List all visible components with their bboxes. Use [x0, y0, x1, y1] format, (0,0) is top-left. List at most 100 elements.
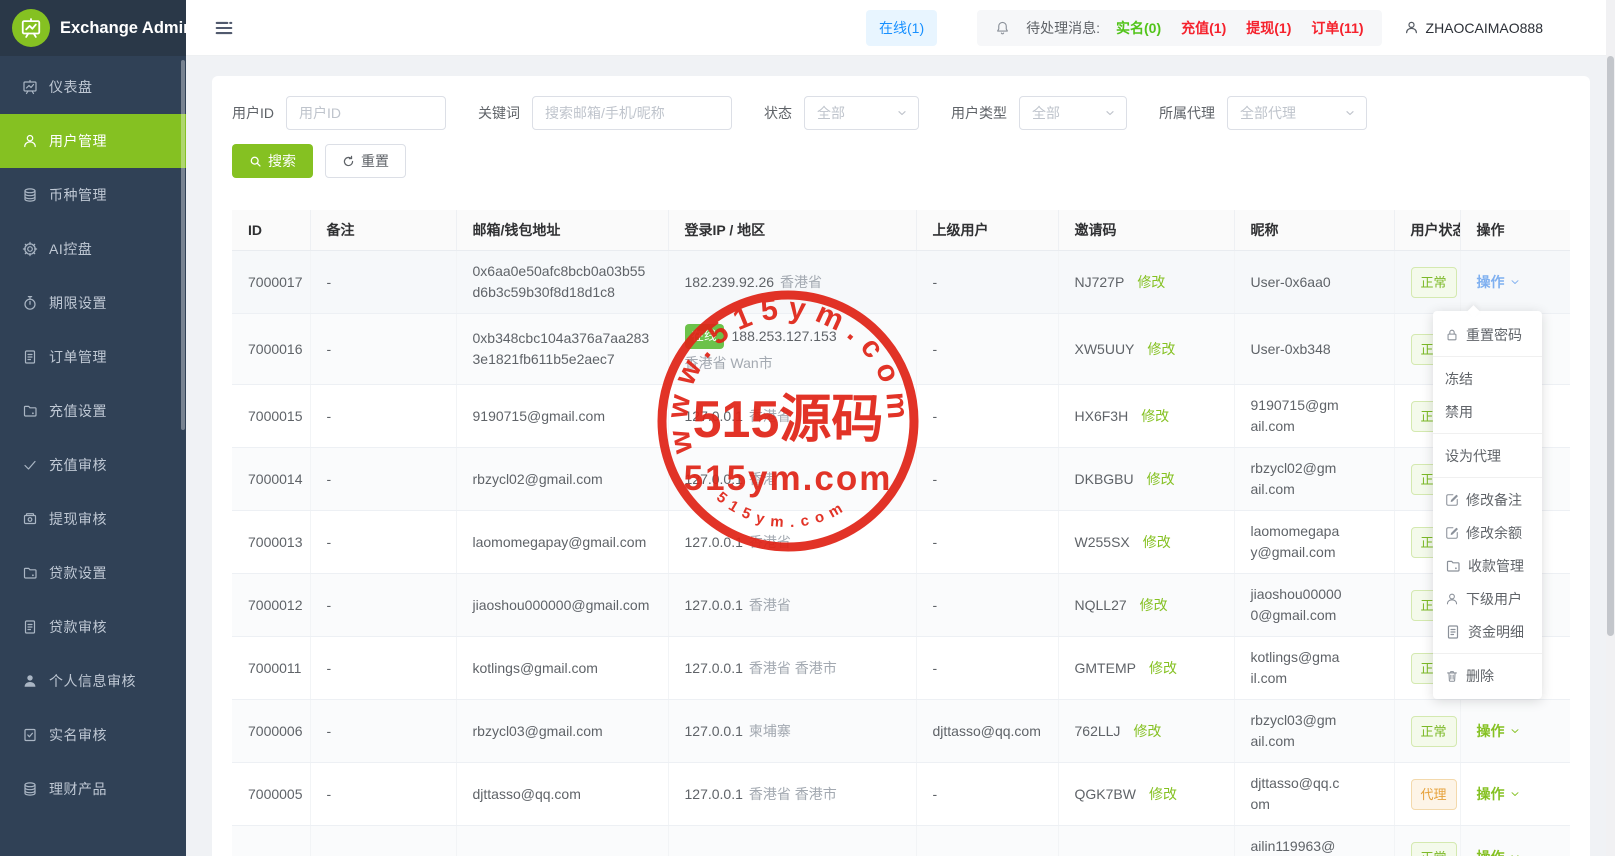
sidebar-item[interactable]: 个人信息审核	[0, 654, 186, 708]
topbar: 在线(1) 待处理消息: 实名(0)充值(1)提现(1)订单(11) ZHAOC…	[186, 0, 1615, 56]
modify-invite-link[interactable]: 修改	[1149, 786, 1177, 802]
login-ip: 127.0.0.1	[685, 408, 743, 424]
pending-message-item[interactable]: 订单(11)	[1311, 18, 1363, 38]
edit-icon	[1445, 526, 1459, 540]
agent-select[interactable]: 全部代理	[1227, 96, 1367, 130]
check-icon	[22, 457, 38, 473]
search-button-label: 搜索	[268, 151, 296, 171]
cell-id: 7000015	[232, 385, 310, 448]
doc-icon	[22, 349, 38, 365]
cell-remark: -	[310, 637, 456, 700]
page-scrollbar-thumb[interactable]	[1607, 56, 1614, 636]
pending-message-item[interactable]: 实名(0)	[1116, 18, 1161, 38]
column-header: 昵称	[1234, 210, 1394, 251]
lock-icon	[1445, 328, 1459, 342]
cell-remark: -	[310, 763, 456, 826]
row-action-link[interactable]: 操作	[1477, 272, 1521, 293]
search-button[interactable]: 搜索	[232, 144, 313, 178]
dropdown-item-label: 设为代理	[1445, 446, 1501, 466]
sidebar-item-label: AI控盘	[49, 239, 92, 259]
page-scrollbar-track[interactable]	[1606, 0, 1615, 856]
dropdown-item[interactable]: 资金明细	[1433, 615, 1542, 648]
sidebar-item[interactable]: 用户管理	[0, 114, 186, 168]
chevron-down-icon	[1509, 725, 1521, 737]
row-action-link[interactable]: 操作	[1477, 721, 1521, 742]
modify-invite-link[interactable]: 修改	[1137, 274, 1165, 290]
sidebar-item[interactable]: 实名审核	[0, 708, 186, 762]
timer-icon	[22, 295, 38, 311]
dropdown-item[interactable]: 修改余额	[1433, 516, 1542, 549]
cell-invite: 762LLJ修改	[1058, 700, 1234, 763]
dropdown-item[interactable]: 冻结	[1433, 362, 1542, 395]
dropdown-item[interactable]: 重置密码	[1433, 318, 1542, 351]
cell-invite: NJ727P修改	[1058, 251, 1234, 314]
cell-id	[232, 826, 310, 856]
status-select[interactable]: 全部	[804, 96, 919, 130]
login-region: 香港省	[749, 534, 791, 550]
username: ZHAOCAIMAO888	[1426, 20, 1543, 36]
keyword-input[interactable]	[532, 96, 732, 130]
agent-label: 所属代理	[1159, 103, 1215, 123]
pending-messages-bar: 待处理消息: 实名(0)充值(1)提现(1)订单(11)	[977, 10, 1381, 46]
modify-invite-link[interactable]: 修改	[1133, 723, 1161, 739]
login-ip: 182.239.92.26	[685, 274, 775, 290]
pending-message-item[interactable]: 充值(1)	[1181, 18, 1226, 38]
cell-invite: DKBGBU修改	[1058, 448, 1234, 511]
sidebar-item[interactable]: 贷款审核	[0, 600, 186, 654]
dropdown-item[interactable]: 修改备注	[1433, 483, 1542, 516]
sidebar-scrollbar[interactable]	[181, 60, 185, 430]
edit-icon	[1445, 493, 1459, 507]
modify-invite-link[interactable]: 修改	[1147, 471, 1175, 487]
sidebar-item[interactable]: 订单管理	[0, 330, 186, 384]
dropdown-item[interactable]: 删除	[1433, 659, 1542, 692]
sidebar-item[interactable]: 贷款设置	[0, 546, 186, 600]
cell-login	[668, 826, 916, 856]
login-ip: 188.253.127.153	[732, 326, 837, 347]
cell-parent: -	[916, 511, 1058, 574]
pending-message-item[interactable]: 提现(1)	[1246, 18, 1291, 38]
cell-parent: djttasso@qq.com	[916, 700, 1058, 763]
dropdown-item-label: 修改备注	[1466, 490, 1522, 510]
search-icon	[249, 155, 262, 168]
user-type-select[interactable]: 全部	[1019, 96, 1127, 130]
modify-invite-link[interactable]: 修改	[1140, 597, 1168, 613]
reset-button[interactable]: 重置	[325, 144, 406, 178]
login-region: 香港省	[749, 408, 791, 424]
sidebar-item[interactable]: AI控盘	[0, 222, 186, 276]
dropdown-item[interactable]: 收款管理	[1433, 549, 1542, 582]
login-region: 香港	[749, 471, 777, 487]
modify-invite-link[interactable]: 修改	[1143, 534, 1171, 550]
sidebar-item[interactable]: 币种管理	[0, 168, 186, 222]
user-id-input[interactable]	[286, 96, 446, 130]
cell-parent: -	[916, 448, 1058, 511]
row-action-link[interactable]: 操作	[1477, 847, 1521, 856]
invite-code: XW5UUY	[1075, 341, 1135, 357]
app-title: Exchange Admin	[60, 19, 193, 38]
cell-address: rbzycl03@gmail.com	[456, 700, 668, 763]
current-user[interactable]: ZHAOCAIMAO888	[1404, 20, 1543, 36]
dropdown-item[interactable]: 下级用户	[1433, 582, 1542, 615]
online-users-chip[interactable]: 在线(1)	[866, 10, 937, 46]
sidebar-item[interactable]: 提现审核	[0, 492, 186, 546]
sidebar-item[interactable]: 充值设置	[0, 384, 186, 438]
sidebar-item[interactable]: 充值审核	[0, 438, 186, 492]
folder-icon	[22, 565, 38, 581]
cell-nickname: User-0xb348	[1234, 314, 1394, 385]
modify-invite-link[interactable]: 修改	[1147, 341, 1175, 357]
modify-invite-link[interactable]: 修改	[1141, 408, 1169, 424]
modify-invite-link[interactable]: 修改	[1149, 660, 1177, 676]
collapse-menu-icon[interactable]	[215, 19, 233, 37]
sidebar-item[interactable]: 理财产品	[0, 762, 186, 816]
row-action-link[interactable]: 操作	[1477, 784, 1521, 805]
table-row: 7000006-rbzycl03@gmail.com127.0.0.1柬埔寨dj…	[232, 700, 1570, 763]
agent-select-value: 全部代理	[1240, 103, 1296, 123]
cell-action: 操作	[1460, 700, 1570, 763]
status-badge: 正常	[1411, 842, 1457, 856]
sidebar-item[interactable]: 期限设置	[0, 276, 186, 330]
dropdown-item[interactable]: 禁用	[1433, 395, 1542, 428]
sidebar-item[interactable]: 仪表盘	[0, 60, 186, 114]
cell-invite: QGK7BW修改	[1058, 763, 1234, 826]
chevron-down-icon	[1344, 107, 1356, 119]
dropdown-item[interactable]: 设为代理	[1433, 439, 1542, 472]
filter-agent: 所属代理 全部代理	[1159, 96, 1367, 130]
